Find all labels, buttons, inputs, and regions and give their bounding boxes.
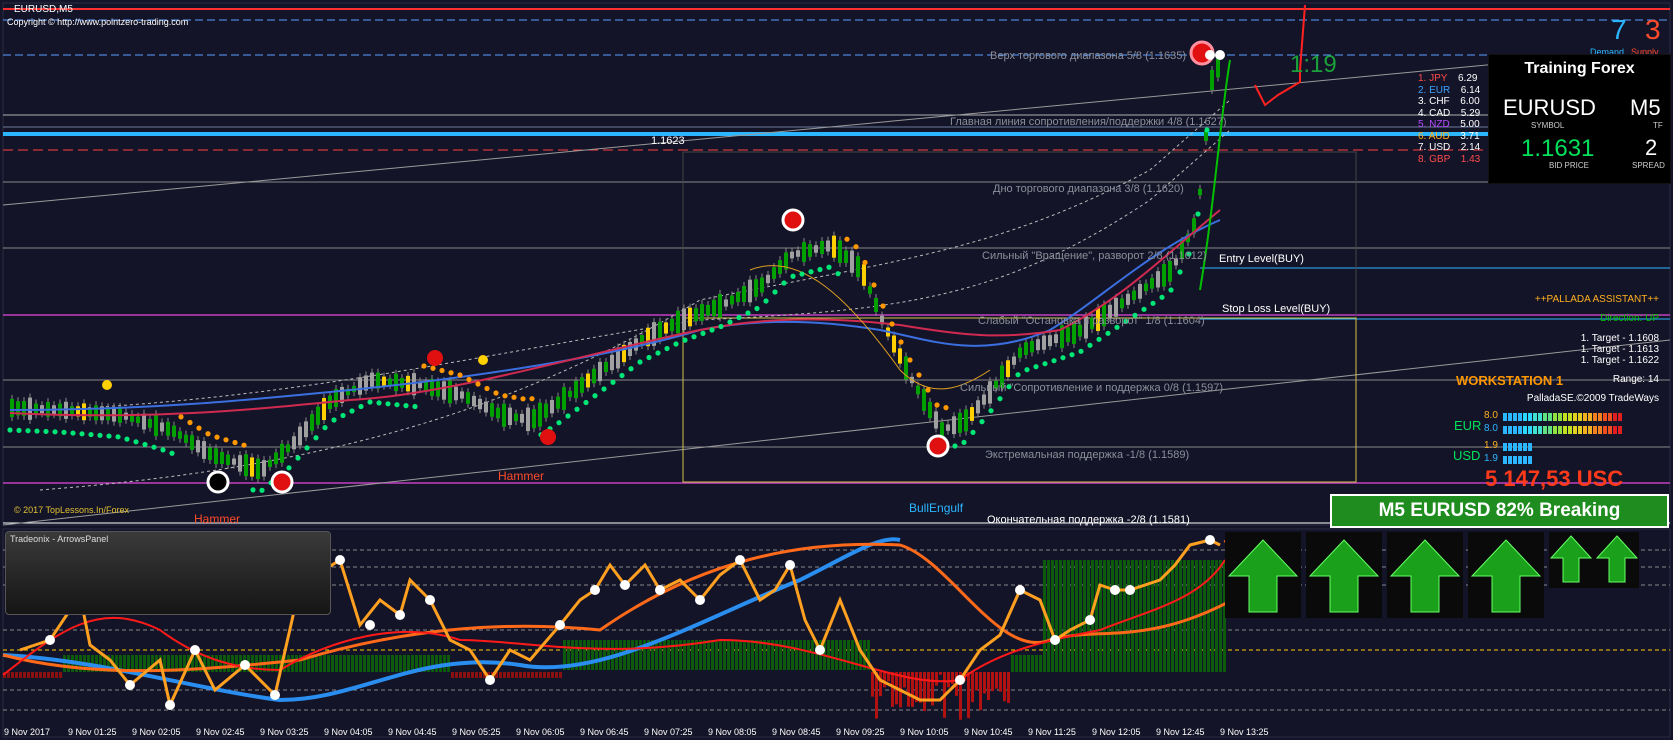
level-label-5-8: Верх торгового диапазона 5/8 (1.1635) bbox=[990, 50, 1187, 62]
pallada-direction: Direction: UP bbox=[1600, 313, 1659, 324]
level-label-minus-1-8: Экстремальная поддержка -1/8 (1.1589) bbox=[985, 449, 1190, 461]
pattern-hammer-2: Hammer bbox=[498, 469, 545, 483]
currency-strength-row: 8. GBP 1.43 bbox=[1418, 153, 1481, 165]
toplessons-text: © 2017 TopLessons.In/Forex bbox=[14, 505, 130, 515]
usd-meter-label: USD bbox=[1453, 448, 1481, 463]
level-label-1-8: Слабый "Остановка и разворот" 1/8 (1.160… bbox=[978, 315, 1205, 327]
level-label-0-8: Сильный "Сопротивление и поддержка 0/8 (… bbox=[960, 382, 1224, 394]
corner-number-right: 3 bbox=[1645, 14, 1661, 45]
time-axis-label: 9 Nov 01:25 bbox=[68, 727, 117, 737]
time-axis-label: 9 Nov 06:05 bbox=[516, 727, 565, 737]
currency-strength-row: 2. EUR 6.14 bbox=[1418, 84, 1481, 96]
arrows-panel[interactable]: Tradeonix - ArrowsPanel bbox=[5, 531, 331, 615]
symbol-value: EURUSD bbox=[1503, 95, 1596, 120]
pallada-target-3: 1. Target - 1.1622 bbox=[1580, 355, 1659, 366]
workstation-label: WORKSTATION 1 bbox=[1456, 373, 1564, 388]
time-axis-label: 9 Nov 02:05 bbox=[132, 727, 181, 737]
time-axis-label: 9 Nov 11:25 bbox=[1028, 727, 1076, 737]
arrow-tile-h1 bbox=[1549, 532, 1639, 588]
arrow-tile-m5 bbox=[1306, 532, 1382, 618]
arrow-tile-m30 bbox=[1468, 532, 1544, 618]
breaking-banner: M5 EURUSD 82% Breaking bbox=[1330, 494, 1669, 528]
time-axis-label: 9 Nov 09:25 bbox=[836, 727, 885, 737]
currency-strength-row: 4. CAD 5.29 bbox=[1418, 107, 1481, 119]
spread-value: 2 bbox=[1645, 135, 1658, 160]
entry-level-label: Entry Level(BUY) bbox=[1219, 253, 1304, 265]
pallada-credit: PalladaSE.©2009 TradeWays bbox=[1526, 393, 1659, 404]
pallada-target-1: 1. Target - 1.1608 bbox=[1580, 333, 1659, 344]
pattern-hammer-1: Hammer bbox=[194, 512, 241, 526]
eur-meter-value-1: 8.0 bbox=[1484, 410, 1498, 421]
time-axis-label: 9 Nov 04:05 bbox=[324, 727, 373, 737]
usd-meter-value-1: 1.9 bbox=[1484, 440, 1498, 451]
usd-meter-value-2: 1.9 bbox=[1484, 453, 1498, 464]
currency-strength-row: 1. JPY 6.29 bbox=[1418, 73, 1478, 84]
eur-meter-value-2: 8.0 bbox=[1484, 423, 1498, 434]
symbol-label: SYMBOL bbox=[1531, 121, 1565, 130]
copyright-text: Copyright © http://www.pointzero-trading… bbox=[7, 17, 189, 27]
arrow-tile-m15 bbox=[1387, 532, 1463, 618]
spread-label: SPREAD bbox=[1632, 161, 1665, 170]
time-axis-label: 9 Nov 02:45 bbox=[196, 727, 245, 737]
time-axis-label: 9 Nov 12:45 bbox=[1156, 727, 1205, 737]
pallada-title: ++PALLADA ASSISTANT++ bbox=[1534, 294, 1659, 305]
time-axis-label: 9 Nov 07:25 bbox=[644, 727, 693, 737]
timeframe-label: TF bbox=[1653, 121, 1663, 130]
account-balance: 5 147,53 USC bbox=[1485, 466, 1624, 491]
price-marker: 1.1623 bbox=[651, 135, 685, 147]
pattern-bullengulf: BullEngulf bbox=[909, 501, 964, 515]
window-title: EURUSD,M5 bbox=[14, 4, 73, 15]
pallada-target-2: 1. Target - 1.1613 bbox=[1580, 344, 1659, 355]
level-label-4-8: Главная линия сопротивления/поддержки 4/… bbox=[950, 116, 1227, 128]
time-axis-label: 9 Nov 2017 bbox=[4, 727, 51, 737]
stop-loss-label: Stop Loss Level(BUY) bbox=[1222, 303, 1331, 315]
time-axis-label: 9 Nov 03:25 bbox=[260, 727, 309, 737]
time-axis-label: 9 Nov 13:25 bbox=[1220, 727, 1269, 737]
time-axis-label: 9 Nov 06:45 bbox=[580, 727, 629, 737]
strength-meter-bars bbox=[1503, 413, 1622, 464]
level-label-3-8: Дно торгового диапазона 3/8 (1.1620) bbox=[993, 183, 1184, 195]
time-axis-label: 9 Nov 10:05 bbox=[900, 727, 949, 737]
bid-price-value: 1.1631 bbox=[1521, 135, 1595, 162]
currency-strength-row: 5. NZD 5.00 bbox=[1418, 119, 1480, 130]
time-axis-label: 9 Nov 04:45 bbox=[388, 727, 437, 737]
time-axis-label: 9 Nov 08:45 bbox=[772, 727, 821, 737]
arrows-panel-title: Tradeonix - ArrowsPanel bbox=[10, 534, 109, 544]
level-label-2-8: Сильный "Вращение", разворот 2/8 (1.1612… bbox=[982, 250, 1207, 262]
bid-price-label: BID PRICE bbox=[1549, 161, 1590, 170]
corner-number-left: 7 bbox=[1611, 14, 1627, 45]
time-axis-label: 9 Nov 05:25 bbox=[452, 727, 501, 737]
training-forex-title: Training Forex bbox=[1524, 60, 1635, 77]
arrow-tile-m1 bbox=[1225, 532, 1301, 618]
currency-strength-row: 3. CHF 6.00 bbox=[1418, 96, 1480, 107]
currency-strength-row: 7. USD 2.14 bbox=[1418, 142, 1481, 153]
timeframe-value: M5 bbox=[1630, 95, 1661, 120]
eur-meter-label: EUR bbox=[1454, 418, 1482, 433]
training-forex-panel: Training Forex EURUSD M5 SYMBOL TF 1.163… bbox=[1488, 54, 1671, 184]
time-axis-label: 9 Nov 12:05 bbox=[1092, 727, 1141, 737]
time-axis-label: 9 Nov 10:45 bbox=[964, 727, 1013, 737]
time-axis-label: 9 Nov 08:05 bbox=[708, 727, 757, 737]
candle-timer: 1:19 bbox=[1290, 51, 1337, 78]
level-label-minus-2-8: Окончательная поддержка -2/8 (1.1581) bbox=[987, 514, 1190, 526]
currency-strength-list: 1. JPY 6.29 2. EUR 6.14 3. CHF 6.00 4. CAD 5.29… bbox=[1418, 73, 1480, 165]
currency-strength-row: 6. AUD 3.71 bbox=[1418, 130, 1480, 142]
pallada-range: Range: 14 bbox=[1612, 374, 1659, 385]
